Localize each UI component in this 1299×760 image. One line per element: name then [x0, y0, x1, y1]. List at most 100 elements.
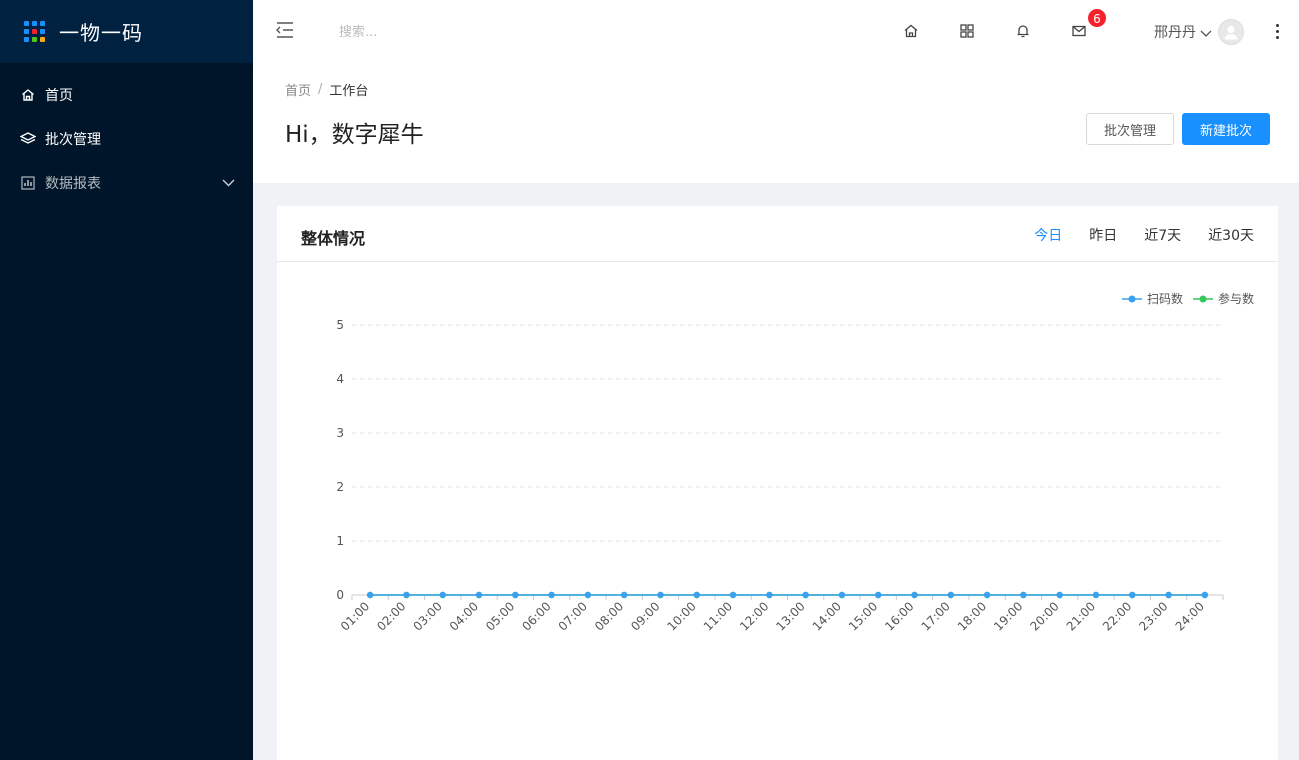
legend-marker-join [1192, 295, 1213, 302]
legend-label: 参与数 [1217, 292, 1254, 306]
data-point [1165, 591, 1172, 599]
home-icon[interactable] [901, 21, 921, 41]
data-point [548, 591, 555, 599]
search-input[interactable] [339, 20, 539, 44]
chevron-down-icon [1200, 23, 1212, 42]
more-vertical-icon[interactable] [1271, 20, 1283, 42]
legend-item-join[interactable]: 参与数 [1192, 290, 1254, 307]
breadcrumb-separator: / [318, 82, 323, 97]
sidebar-item-reports[interactable]: 数据报表 [0, 161, 253, 205]
x-tick-label: 05:00 [483, 599, 517, 633]
x-tick-label: 06:00 [519, 599, 553, 633]
data-point [766, 591, 773, 599]
y-tick-label: 4 [336, 372, 344, 386]
x-tick-label: 12:00 [737, 599, 771, 633]
x-tick-label: 21:00 [1064, 599, 1098, 633]
bell-icon[interactable] [1013, 21, 1033, 41]
data-point [838, 591, 846, 599]
x-tick-label: 14:00 [810, 599, 844, 633]
sidebar-item-label: 首页 [45, 88, 73, 104]
menu-fold-icon[interactable] [275, 20, 297, 42]
x-tick-label: 24:00 [1173, 599, 1207, 633]
x-tick-label: 07:00 [556, 599, 590, 633]
user-name: 邢丹丹 [1154, 25, 1196, 41]
app-name: 一物一码 [59, 21, 143, 45]
mail-badge: 6 [1087, 8, 1107, 28]
batch-management-button[interactable]: 批次管理 [1086, 113, 1174, 145]
breadcrumb: 首页 / 工作台 [285, 80, 368, 99]
data-point [802, 591, 809, 599]
y-tick-label: 5 [336, 318, 344, 332]
x-tick-label: 03:00 [410, 599, 444, 633]
x-tick-label: 09:00 [628, 599, 662, 633]
legend-label: 扫码数 [1146, 292, 1183, 306]
data-point [729, 591, 737, 599]
data-point [693, 591, 700, 599]
legend-item-scan[interactable]: 扫码数 [1121, 290, 1183, 307]
sidebar-menu: 首页 批次管理 数据报表 [0, 63, 253, 205]
user-menu[interactable]: 邢丹丹 [1154, 18, 1244, 46]
y-tick-label: 0 [336, 588, 344, 602]
mail-icon[interactable] [1069, 21, 1089, 41]
x-tick-label: 08:00 [592, 599, 626, 633]
data-point [620, 591, 628, 599]
logo-icon [24, 21, 45, 42]
breadcrumb-current: 工作台 [329, 84, 369, 99]
data-point [1020, 591, 1027, 599]
data-point [366, 591, 374, 599]
overview-card: 整体情况 今日 昨日 近7天 近30天 扫码数 参与数 0 1 2 3 4 5 01:00 0… [277, 206, 1278, 760]
line-chart: 0 1 2 3 4 5 01:00 02:00 03:00 04:00 05:00 06:00 07:0… [336, 318, 1224, 634]
x-tick-label: 19:00 [991, 599, 1025, 633]
bar-chart-icon [20, 175, 36, 191]
y-tick-label: 2 [336, 480, 344, 494]
data-point [1092, 591, 1100, 599]
data-point [439, 591, 446, 599]
page-header: 首页 / 工作台 Hi，数字犀牛 批次管理 新建批次 [253, 63, 1299, 183]
x-tick-label: 15:00 [846, 599, 880, 633]
sidebar-item-home[interactable]: 首页 [0, 73, 253, 117]
data-point [875, 591, 882, 599]
app-logo[interactable]: 一物一码 [0, 0, 253, 63]
x-tick-label: 16:00 [882, 599, 916, 633]
avatar [1218, 19, 1244, 45]
data-point [475, 591, 483, 599]
sidebar-item-label: 数据报表 [45, 176, 101, 192]
x-tick-label: 20:00 [1027, 599, 1061, 633]
data-point [584, 591, 592, 599]
apps-grid-icon[interactable] [957, 21, 977, 41]
x-tick-label: 04:00 [447, 599, 481, 633]
breadcrumb-home[interactable]: 首页 [285, 80, 311, 99]
data-point [512, 591, 519, 599]
sidebar: 一物一码 首页 批次管理 数据报表 [0, 0, 253, 760]
data-point [983, 591, 991, 599]
x-tick-label: 10:00 [665, 599, 699, 633]
tab-yesterday[interactable]: 昨日 [1089, 225, 1117, 245]
tab-7-days[interactable]: 近7天 [1144, 225, 1181, 245]
x-tick-label: 02:00 [374, 599, 408, 633]
sidebar-item-label: 批次管理 [45, 132, 101, 148]
data-point [947, 591, 955, 599]
card-header: 整体情况 今日 昨日 近7天 近30天 [277, 206, 1278, 262]
chart-legend: 扫码数 参与数 [1112, 290, 1254, 307]
tab-30-days[interactable]: 近30天 [1208, 225, 1254, 245]
new-batch-button[interactable]: 新建批次 [1182, 113, 1270, 145]
data-point [1129, 591, 1136, 599]
layers-icon [20, 131, 36, 147]
data-point [403, 591, 410, 599]
x-tick-label: 17:00 [919, 599, 953, 633]
top-header: 6 邢丹丹 [253, 0, 1299, 63]
data-point [1056, 591, 1063, 599]
x-tick-label: 22:00 [1100, 599, 1134, 633]
tab-today[interactable]: 今日 [1034, 225, 1062, 245]
x-tick-label: 11:00 [701, 599, 735, 633]
x-tick-label: 01:00 [338, 599, 372, 633]
period-tabs: 今日 昨日 近7天 近30天 [1007, 225, 1254, 245]
card-title: 整体情况 [301, 229, 366, 248]
data-point [911, 591, 918, 599]
y-tick-label: 3 [336, 426, 344, 440]
page-title: Hi，数字犀牛 [285, 122, 424, 148]
legend-marker-scan [1121, 295, 1142, 302]
x-tick-label: 18:00 [955, 599, 989, 633]
x-tick-label: 23:00 [1136, 599, 1170, 633]
sidebar-item-batch[interactable]: 批次管理 [0, 117, 253, 161]
